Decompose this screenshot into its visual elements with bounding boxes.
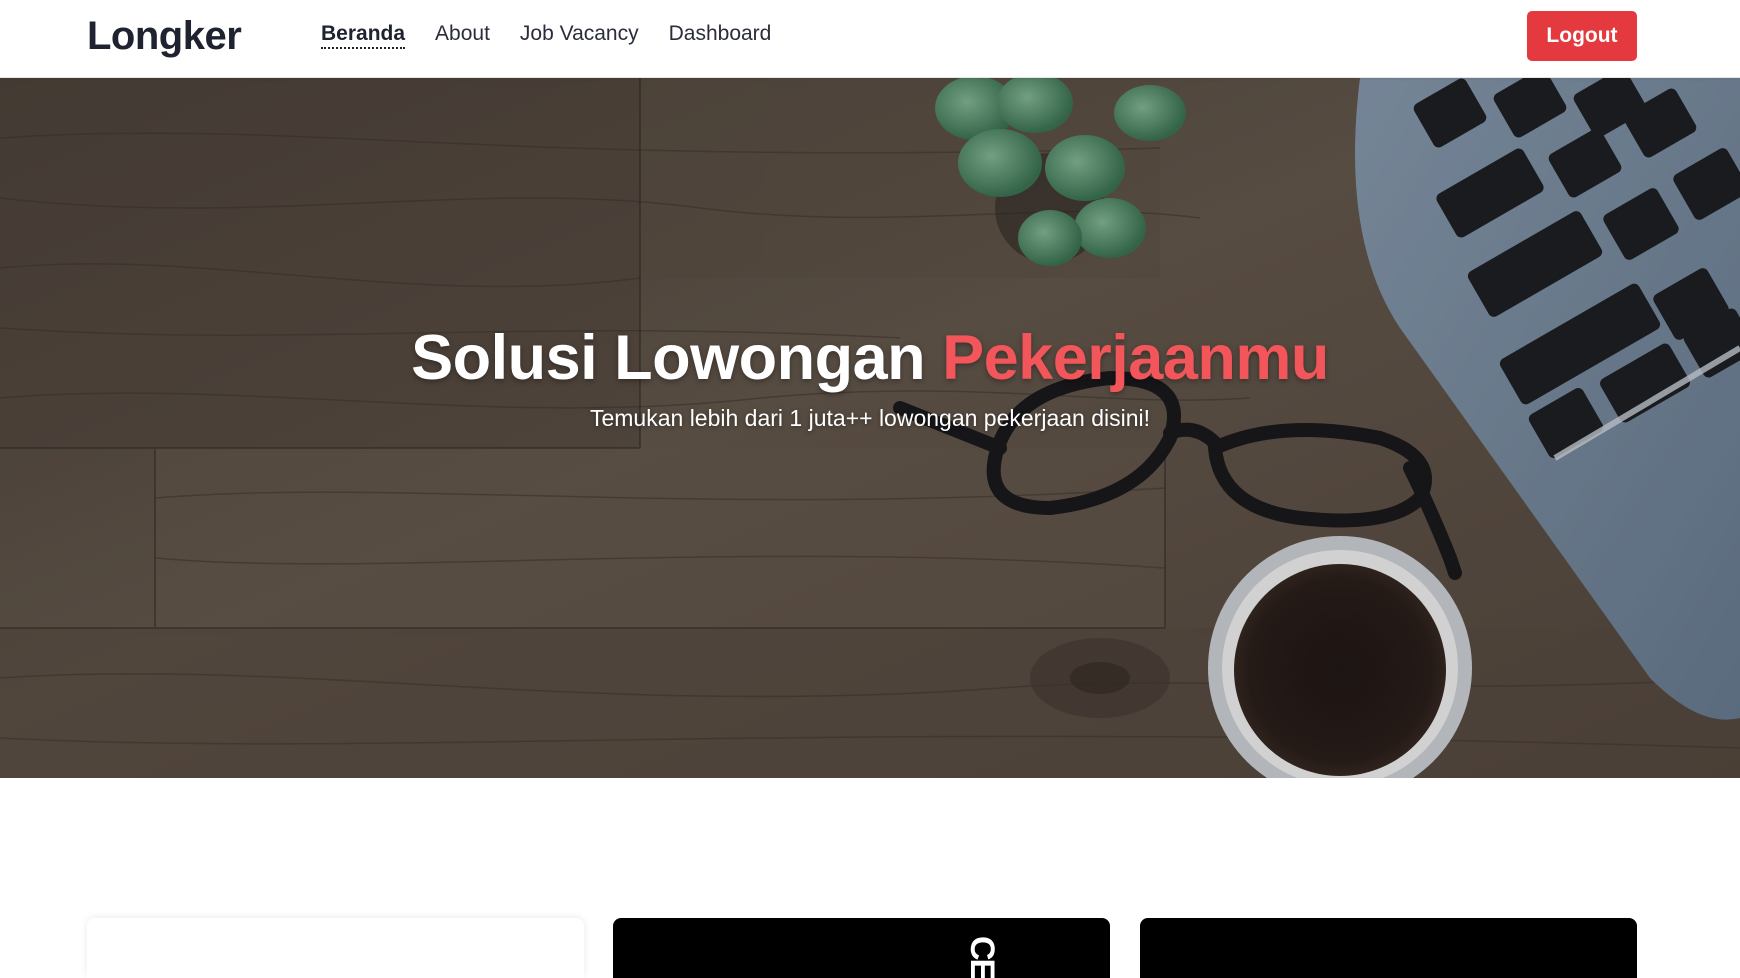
hero-text-block: Solusi Lowongan Pekerjaanmu Temukan lebi…: [0, 325, 1740, 432]
hero-title-accent: Pekerjaanmu: [942, 323, 1329, 393]
job-card-2[interactable]: CE: [613, 918, 1110, 978]
job-card-3[interactable]: [1140, 918, 1637, 978]
nav-link-dashboard[interactable]: Dashboard: [669, 22, 772, 49]
main-nav: Beranda About Job Vacancy Dashboard: [321, 22, 771, 49]
hero-banner: Solusi Lowongan Pekerjaanmu Temukan lebi…: [0, 78, 1740, 778]
nav-link-job-vacancy[interactable]: Job Vacancy: [520, 22, 639, 49]
hero-title: Solusi Lowongan Pekerjaanmu: [0, 325, 1740, 391]
job-card-1[interactable]: [87, 918, 584, 978]
hero-subtitle: Temukan lebih dari 1 juta++ lowongan pek…: [589, 405, 1151, 432]
top-navbar: Longker Beranda About Job Vacancy Dashbo…: [0, 0, 1740, 78]
nav-link-about[interactable]: About: [435, 22, 490, 49]
logout-button[interactable]: Logout: [1527, 11, 1637, 61]
nav-link-beranda[interactable]: Beranda: [321, 22, 406, 49]
hero-title-main: Solusi Lowongan: [411, 323, 943, 393]
job-card-2-image-text: CE: [963, 936, 1001, 978]
brand-logo[interactable]: Longker: [87, 14, 242, 59]
